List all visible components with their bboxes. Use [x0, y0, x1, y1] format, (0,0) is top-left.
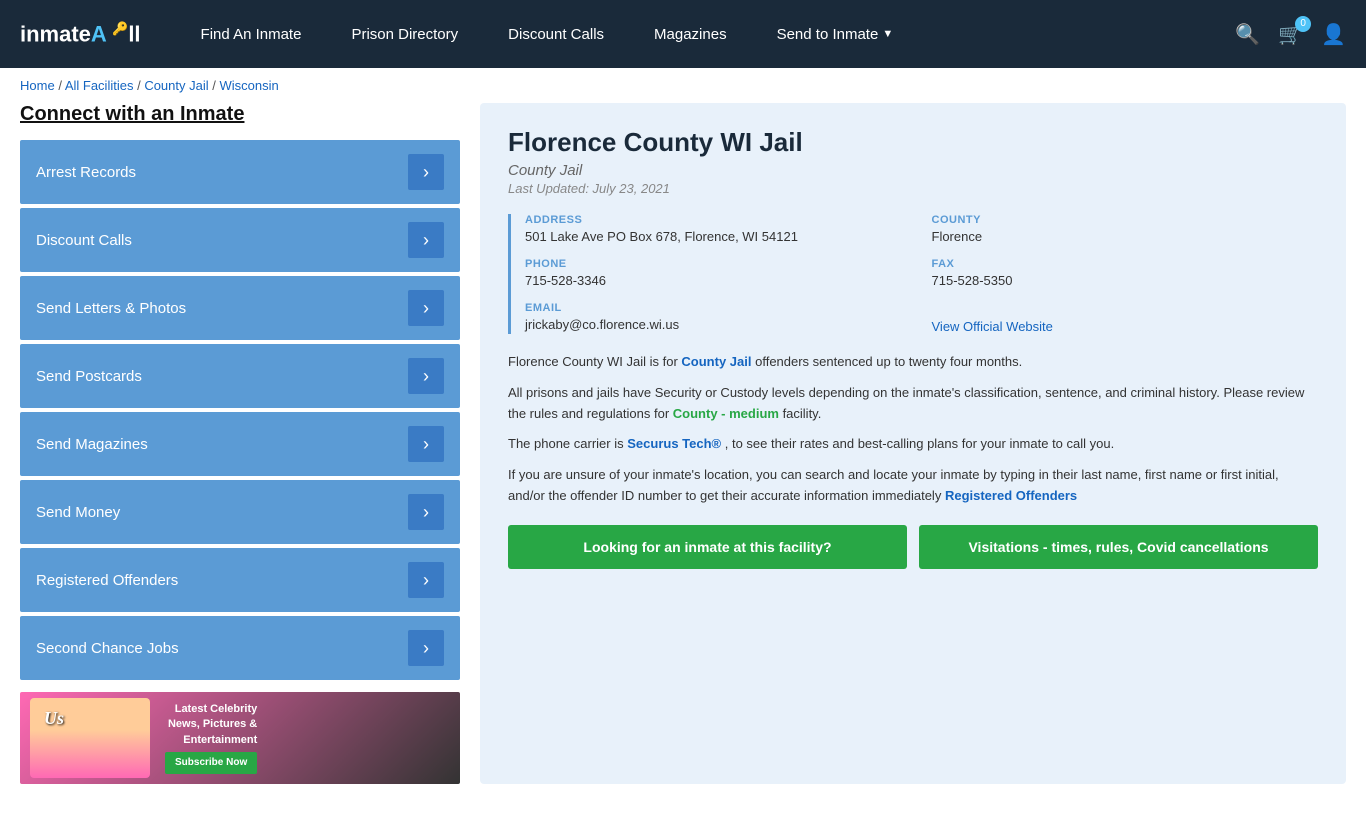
fax-label: FAX	[932, 258, 1319, 270]
nav-find-inmate[interactable]: Find An Inmate	[181, 18, 322, 51]
email-value: jrickaby@co.florence.wi.us	[525, 317, 912, 332]
sidebar-item-send-magazines[interactable]: Send Magazines ›	[20, 412, 460, 476]
email-block: EMAIL jrickaby@co.florence.wi.us	[525, 302, 912, 334]
ad-logo-text: Us	[44, 708, 64, 729]
address-block: ADDRESS 501 Lake Ave PO Box 678, Florenc…	[525, 214, 912, 244]
header-icons: 🔍 🛒 0 👤	[1235, 22, 1346, 47]
facility-card: Florence County WI Jail County Jail Last…	[480, 103, 1346, 784]
website-block: View Official Website	[932, 302, 1319, 334]
email-label: EMAIL	[525, 302, 912, 314]
ad-text: Latest Celebrity News, Pictures & Entert…	[165, 702, 265, 774]
logo[interactable]: inmateA 🔑ll	[20, 21, 141, 47]
county-medium-link[interactable]: County - medium	[673, 406, 783, 421]
cart-badge: 0	[1295, 16, 1311, 32]
county-jail-link[interactable]: County Jail	[681, 354, 755, 369]
phone-label: PHONE	[525, 258, 912, 270]
breadcrumb-county-jail[interactable]: County Jail	[144, 78, 208, 93]
registered-offenders-link[interactable]: Registered Offenders	[945, 488, 1077, 503]
fax-block: FAX 715-528-5350	[932, 258, 1319, 288]
sidebar-menu: Arrest Records › Discount Calls › Send L…	[20, 140, 460, 680]
arrow-icon: ›	[408, 426, 444, 462]
sidebar-item-second-chance-jobs[interactable]: Second Chance Jobs ›	[20, 616, 460, 680]
ad-subscribe-button[interactable]: Subscribe Now	[165, 752, 257, 774]
arrow-icon: ›	[408, 358, 444, 394]
county-label: COUNTY	[932, 214, 1319, 226]
logo-text: inmateA 🔑ll	[20, 21, 141, 47]
arrow-icon: ›	[408, 154, 444, 190]
desc1: Florence County WI Jail is for County Ja…	[508, 352, 1318, 373]
info-grid: ADDRESS 501 Lake Ave PO Box 678, Florenc…	[525, 214, 1318, 334]
breadcrumb-home[interactable]: Home	[20, 78, 55, 93]
address-value: 501 Lake Ave PO Box 678, Florence, WI 54…	[525, 229, 912, 244]
fax-value: 715-528-5350	[932, 273, 1319, 288]
sidebar-item-arrest-records[interactable]: Arrest Records ›	[20, 140, 460, 204]
user-icon[interactable]: 👤	[1321, 22, 1346, 47]
facility-name: Florence County WI Jail	[508, 127, 1318, 158]
header: inmateA 🔑ll Find An Inmate Prison Direct…	[0, 0, 1366, 68]
ad-banner[interactable]: Us Latest Celebrity News, Pictures & Ent…	[20, 692, 460, 784]
facility-type: County Jail	[508, 162, 1318, 179]
website-link[interactable]: View Official Website	[932, 319, 1053, 334]
nav-magazines[interactable]: Magazines	[634, 18, 747, 51]
sidebar-item-registered-offenders[interactable]: Registered Offenders ›	[20, 548, 460, 612]
main-nav: Find An Inmate Prison Directory Discount…	[181, 18, 1236, 51]
sidebar-item-send-letters[interactable]: Send Letters & Photos ›	[20, 276, 460, 340]
search-icon[interactable]: 🔍	[1235, 22, 1260, 47]
phone-block: PHONE 715-528-3346	[525, 258, 912, 288]
securus-link[interactable]: Securus Tech®	[627, 436, 724, 451]
arrow-icon: ›	[408, 222, 444, 258]
visitations-button[interactable]: Visitations - times, rules, Covid cancel…	[919, 525, 1318, 569]
info-section: ADDRESS 501 Lake Ave PO Box 678, Florenc…	[508, 214, 1318, 334]
address-label: ADDRESS	[525, 214, 912, 226]
phone-value: 715-528-3346	[525, 273, 912, 288]
find-inmate-button[interactable]: Looking for an inmate at this facility?	[508, 525, 907, 569]
desc2: All prisons and jails have Security or C…	[508, 383, 1318, 425]
county-value: Florence	[932, 229, 1319, 244]
breadcrumb-wisconsin[interactable]: Wisconsin	[219, 78, 278, 93]
arrow-icon: ›	[408, 290, 444, 326]
arrow-icon: ›	[408, 630, 444, 666]
nav-prison-directory[interactable]: Prison Directory	[331, 18, 478, 51]
sidebar-item-send-postcards[interactable]: Send Postcards ›	[20, 344, 460, 408]
sidebar-item-discount-calls[interactable]: Discount Calls ›	[20, 208, 460, 272]
sidebar: Connect with an Inmate Arrest Records › …	[20, 103, 460, 784]
desc4: If you are unsure of your inmate's locat…	[508, 465, 1318, 507]
arrow-icon: ›	[408, 562, 444, 598]
facility-last-updated: Last Updated: July 23, 2021	[508, 181, 1318, 196]
nav-discount-calls[interactable]: Discount Calls	[488, 18, 624, 51]
breadcrumb: Home / All Facilities / County Jail / Wi…	[0, 68, 1366, 103]
county-block: COUNTY Florence	[932, 214, 1319, 244]
desc3: The phone carrier is Securus Tech® , to …	[508, 434, 1318, 455]
ad-image: Us	[30, 698, 150, 778]
ad-content: Latest Celebrity News, Pictures & Entert…	[165, 702, 265, 774]
action-buttons: Looking for an inmate at this facility? …	[508, 525, 1318, 569]
arrow-icon: ›	[408, 494, 444, 530]
sidebar-title: Connect with an Inmate	[20, 103, 460, 126]
main-content: Connect with an Inmate Arrest Records › …	[0, 103, 1366, 814]
chevron-down-icon: ▼	[882, 28, 893, 40]
cart-icon[interactable]: 🛒 0	[1278, 22, 1303, 47]
sidebar-item-send-money[interactable]: Send Money ›	[20, 480, 460, 544]
nav-send-to-inmate[interactable]: Send to Inmate ▼	[757, 18, 914, 51]
breadcrumb-all-facilities[interactable]: All Facilities	[65, 78, 134, 93]
